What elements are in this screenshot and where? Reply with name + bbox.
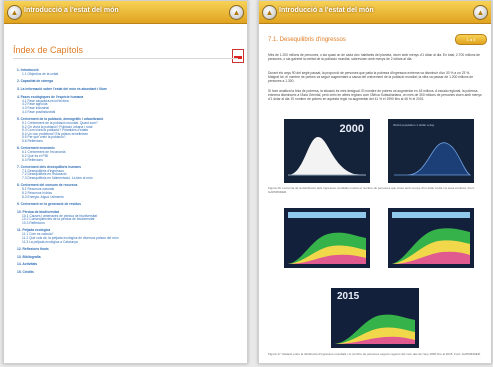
paragraph: Si hom analitza la línia de pobresa, la … — [268, 89, 482, 101]
index-title: Índex de Capítols — [13, 45, 84, 55]
income-distribution-image-2015: 2015 — [331, 288, 419, 348]
subchapter-link[interactable]: 11.3 La petjada ecològica a Catalunya — [22, 240, 227, 245]
population-curve-icon — [394, 142, 472, 176]
subchapter-link[interactable]: 7.3 Desequilibris en l'alimentació. La f… — [22, 176, 227, 181]
divider — [13, 58, 238, 59]
content-panel: ▲ Introducció a l'estat del món ▲ 7.1. D… — [258, 0, 492, 364]
subchapter-link[interactable]: 6.3 Reflexions — [22, 158, 227, 163]
subchapter-link[interactable]: 4.4 Fase postindustrial — [22, 110, 227, 115]
paragraph: Durant els anys 90 del segle passat, la … — [268, 71, 474, 83]
subchapter-link[interactable]: 10.3 Reflexions — [22, 221, 227, 226]
page-nav-pill[interactable]: 1 a 4 — [455, 34, 487, 45]
caption: Figura 16. La forma de la distribució de… — [268, 186, 475, 194]
area-chart-icon — [392, 212, 470, 264]
area-chart-icon — [288, 212, 366, 264]
index-panel: ▲ Introducció a l'estat del món ▲ Índex … — [3, 0, 248, 364]
section-title: 7.1. Desequilibris d'ingressos — [268, 37, 346, 43]
income-distribution-image-2000: 2000 — [284, 119, 370, 183]
home-button[interactable]: ▲ — [473, 5, 488, 20]
chapter-link[interactable]: 14. Activitats — [17, 262, 227, 267]
chapter-link[interactable]: 13. Bibliografia — [17, 255, 227, 260]
chapter-list: 1. Introducció 1.1 Objectius de la unitat… — [17, 65, 227, 275]
pdf-download-icon[interactable] — [232, 49, 244, 63]
menu-button[interactable]: ▲ — [7, 5, 22, 20]
menu-button[interactable]: ▲ — [262, 5, 277, 20]
distribution-curve-icon — [288, 137, 366, 176]
paragraph: Més de 1.200 milions de persones, o sia … — [268, 53, 480, 61]
subchapter-link[interactable]: 1.1 Objectius de la unitat — [22, 72, 227, 77]
caption: Figura 17. Relació entre la distribució … — [268, 352, 481, 356]
chapter-link[interactable]: 2. Capacitat de càrrega — [17, 79, 227, 84]
home-button[interactable]: ▲ — [229, 5, 244, 20]
regional-income-chart-a — [284, 208, 370, 268]
regional-income-chart-b — [388, 208, 474, 268]
world-population-image: World population 1 dollar a day — [388, 119, 474, 183]
subchapter-link[interactable]: 8.3 Energia. Aigua i aliments — [22, 195, 227, 200]
chapter-link[interactable]: 12. Reflexions finals — [17, 247, 227, 252]
chapter-link[interactable]: 15. Crèdits — [17, 270, 227, 275]
chapter-link[interactable]: 9. Creixement en la generació de residus — [17, 202, 227, 207]
header-title: Introducció a l'estat del món — [279, 7, 374, 14]
header-bar: ▲ Introducció a l'estat del món ▲ — [259, 1, 491, 24]
header-bar: ▲ Introducció a l'estat del món ▲ — [4, 1, 247, 24]
header-title: Introducció a l'estat del món — [24, 7, 119, 14]
subchapter-link[interactable]: 5.6 Reflexions — [22, 139, 227, 144]
chapter-link[interactable]: 3. La informació sobre l'estat del món é… — [17, 87, 227, 92]
area-chart-icon — [335, 314, 415, 344]
